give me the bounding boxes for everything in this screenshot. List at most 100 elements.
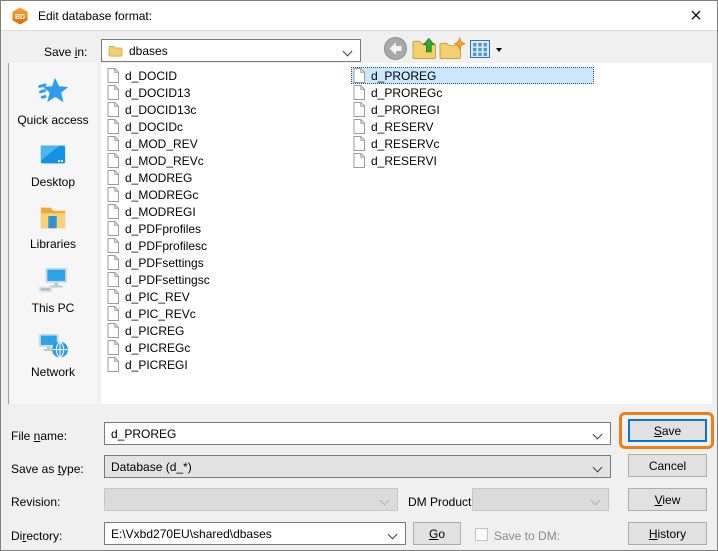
directory-label: Directory: — [11, 529, 62, 543]
document-icon — [107, 323, 119, 338]
file-item[interactable]: d_PDFprofilesc — [105, 237, 349, 254]
file-name-text: d_MODREGI — [125, 205, 196, 219]
chevron-down-icon — [380, 496, 390, 506]
revision-dropdown — [104, 488, 398, 511]
chevron-down-icon — [593, 463, 603, 473]
directory-field[interactable]: E:\Vxbd270EU\shared\dbases — [104, 522, 406, 545]
save-in-combo[interactable]: dbases — [101, 39, 361, 62]
file-name-text: d_PROREGc — [371, 86, 442, 100]
close-button[interactable]: × — [683, 3, 709, 29]
file-name-text: d_MOD_REV — [125, 137, 198, 151]
file-name-text: d_PDFprofilesc — [125, 239, 207, 253]
view-menu-button[interactable] — [467, 37, 493, 63]
network-icon — [37, 329, 69, 362]
file-item[interactable]: d_PICREGc — [105, 339, 349, 356]
file-item[interactable]: d_DOCID13 — [105, 84, 349, 101]
file-item[interactable]: d_PIC_REV — [105, 288, 349, 305]
document-icon — [107, 102, 119, 117]
file-item[interactable]: d_RESERVI — [351, 152, 594, 169]
document-icon — [107, 85, 119, 100]
file-name-text: d_PDFsettingsc — [125, 273, 210, 287]
cancel-button[interactable]: Cancel — [628, 454, 707, 477]
file-name-text: d_DOCIDc — [125, 120, 183, 134]
file-name-text: d_MOD_REVc — [125, 154, 204, 168]
file-name-text: d_DOCID13 — [125, 86, 190, 100]
file-name-text: d_PDFprofiles — [125, 222, 201, 236]
window-title: Edit database format: — [38, 9, 152, 23]
folder-icon — [108, 45, 123, 57]
file-item[interactable]: d_PROREGI — [351, 101, 594, 118]
file-column-2: d_PROREG d_PROREGc — [351, 67, 594, 169]
file-item[interactable]: d_PDFsettings — [105, 254, 349, 271]
revision-label: Revision: — [11, 495, 60, 509]
file-item[interactable]: d_DOCID13c — [105, 101, 349, 118]
sidebar-item-quick-access[interactable]: Quick access — [9, 75, 97, 127]
file-name-text: d_MODREG — [125, 171, 192, 185]
quick-access-icon — [37, 75, 69, 110]
document-icon — [353, 119, 365, 134]
file-name-label: File name: — [11, 429, 67, 443]
file-item[interactable]: d_MOD_REV — [105, 135, 349, 152]
file-item[interactable]: d_PDFsettingsc — [105, 271, 349, 288]
file-item[interactable]: d_RESERVc — [351, 135, 594, 152]
file-name-text: d_PIC_REV — [125, 290, 190, 304]
sidebar-item-this-pc[interactable]: This PC — [9, 265, 97, 315]
file-item[interactable]: d_PIC_REVc — [105, 305, 349, 322]
file-name-field[interactable]: d_PROREG — [104, 422, 611, 445]
file-item[interactable]: d_MODREG — [105, 169, 349, 186]
this-pc-icon — [37, 265, 69, 298]
file-name-text: d_DOCID — [125, 69, 177, 83]
document-icon — [107, 119, 119, 134]
file-item[interactable]: d_DOCIDc — [105, 118, 349, 135]
file-name-text: d_PDFsettings — [125, 256, 204, 270]
sidebar-item-label: Network — [31, 365, 75, 379]
file-item[interactable]: d_PDFprofiles — [105, 220, 349, 237]
file-item[interactable]: d_PROREG — [351, 67, 594, 84]
file-name-text: d_PIC_REVc — [125, 307, 196, 321]
back-button — [382, 37, 408, 63]
save-as-type-dropdown[interactable]: Database (d_*) — [104, 455, 611, 478]
save-in-value: dbases — [129, 44, 168, 58]
document-icon — [107, 357, 119, 372]
file-name-text: d_RESERV — [371, 120, 433, 134]
save-in-label: Save in: — [44, 45, 87, 59]
document-icon — [107, 255, 119, 270]
file-item[interactable]: d_PICREG — [105, 322, 349, 339]
file-item[interactable]: d_DOCID — [105, 67, 349, 84]
up-one-level-button[interactable] — [411, 37, 437, 63]
document-icon — [353, 102, 365, 117]
file-item[interactable]: d_MODREGc — [105, 186, 349, 203]
up-one-level-icon — [412, 37, 437, 64]
file-name-value: d_PROREG — [111, 427, 176, 441]
file-item[interactable]: d_PICREGI — [105, 356, 349, 373]
create-new-folder-button[interactable] — [439, 37, 465, 63]
file-name-text: d_MODREGc — [125, 188, 198, 202]
sidebar-item-desktop[interactable]: Desktop — [9, 141, 97, 189]
go-button[interactable]: Go — [413, 522, 461, 545]
cancel-button-label: Cancel — [649, 459, 686, 473]
svg-text:BD: BD — [15, 14, 25, 21]
file-name-text: d_RESERVc — [371, 137, 439, 151]
file-item[interactable]: d_MODREGI — [105, 203, 349, 220]
close-icon: × — [690, 6, 702, 26]
file-item[interactable]: d_PROREGc — [351, 84, 594, 101]
sidebar-item-libraries[interactable]: Libraries — [9, 203, 97, 251]
chevron-down-icon — [388, 530, 398, 540]
history-button[interactable]: History — [628, 522, 707, 545]
save-button[interactable]: Save — [628, 419, 707, 442]
file-name-text: d_PROREGI — [371, 103, 440, 117]
file-item[interactable]: d_MOD_REVc — [105, 152, 349, 169]
file-column-1: d_DOCID d_DOCID13 — [105, 67, 349, 373]
document-icon — [107, 136, 119, 151]
view-button[interactable]: View — [628, 488, 707, 511]
file-item[interactable]: d_RESERV — [351, 118, 594, 135]
document-icon — [353, 136, 365, 151]
document-icon — [353, 153, 365, 168]
create-new-folder-icon — [439, 37, 465, 64]
document-icon — [353, 68, 365, 83]
file-name-text: d_PICREGI — [125, 358, 188, 372]
view-menu-caret-icon[interactable] — [496, 48, 502, 52]
sidebar-item-network[interactable]: Network — [9, 329, 97, 379]
edit-database-format-dialog: BD Edit database format: × Save in: dbas… — [0, 0, 718, 551]
document-icon — [107, 272, 119, 287]
